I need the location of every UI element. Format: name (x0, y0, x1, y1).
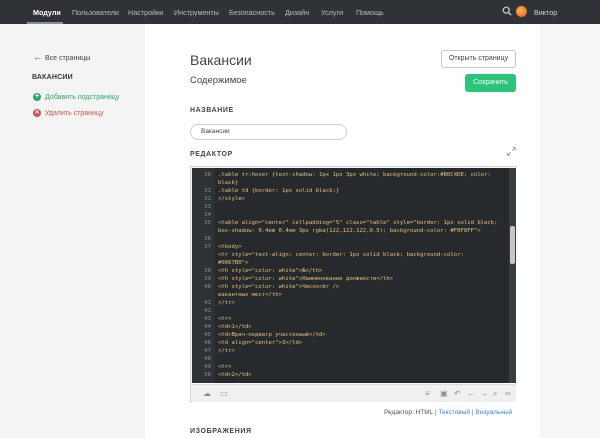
code-text: <td align="center">3</td> (218, 340, 303, 346)
line-number: 48 (204, 356, 211, 362)
save-button[interactable]: Сохранить (465, 74, 516, 92)
delete-page-link[interactable]: ✕ Удалить страницу (33, 109, 103, 117)
code-text: <tr> (218, 364, 232, 370)
editor-mode-text[interactable]: Текстовый (438, 409, 470, 416)
code-text: вакантных мест</th> (218, 292, 282, 298)
undo-icon[interactable]: ↶ (454, 389, 461, 399)
open-page-button[interactable]: Открыть страницу (441, 50, 516, 68)
nav-design[interactable]: Дизайн (285, 8, 309, 17)
line-number: 30 (204, 172, 211, 178)
editor-section-label: РЕДАКТОР (190, 151, 233, 158)
format-icon[interactable]: ▣ (440, 389, 448, 399)
code-text: black} (218, 180, 239, 186)
arrow-left-icon: ← (33, 52, 42, 62)
close-circle-icon: ✕ (33, 109, 41, 117)
code-text: <tbody> (218, 244, 242, 250)
line-number: 39 (204, 276, 211, 282)
line-number: 34 (204, 212, 211, 218)
link-icon[interactable]: ∞ (505, 389, 511, 399)
align-icon[interactable]: ≡ (425, 389, 430, 399)
name-section-label: НАЗВАНИЕ (190, 107, 234, 114)
editor-mode-visual[interactable]: Визуальный (475, 409, 512, 416)
line-number: 31 (204, 188, 211, 194)
nav-modules[interactable]: Модули (33, 8, 61, 17)
editor-toolbar: ☁ ▭ ≡ ▣ ↶ ← → ⌕ ∞ (192, 384, 516, 402)
code-editor[interactable]: 30 .table tr:hover {text-shadow: 1px 1px … (190, 166, 516, 402)
code-text: <td>1</td> (218, 324, 252, 330)
mode-separator: | (434, 409, 437, 416)
line-number: 32 (204, 196, 211, 202)
code-text: <td>Врач-педиатр участковый</td> (218, 332, 326, 338)
code-text: <th style="color: white">Наименование до… (218, 276, 394, 282)
code-text: .table td {border: 1px solid black;} (218, 188, 340, 194)
user-avatar[interactable] (516, 6, 527, 17)
line-number: 40 (204, 284, 211, 290)
page-subtitle: Содержимое (190, 75, 247, 86)
line-number: 33 (204, 204, 211, 210)
line-number: 38 (204, 268, 211, 274)
nav-security[interactable]: Безопасность (229, 8, 275, 17)
code-text: </tr> (218, 300, 235, 306)
top-nav-bar: Модули Пользователи Настройки Инструмент… (0, 0, 600, 24)
sidebar-page-title: ВАКАНСИИ (32, 74, 73, 81)
line-number: 36 (204, 236, 211, 242)
code-text: <td>2</td> (218, 372, 252, 378)
page-title: Вакансии (190, 52, 252, 68)
code-text: box-shadow: 0.4em 0.4em 3px rgba(122,122… (218, 228, 481, 234)
plus-circle-icon: + (33, 93, 41, 101)
arrow-right-icon[interactable]: → (480, 389, 488, 399)
expand-icon[interactable] (507, 147, 516, 156)
code-text: #0067B0"> (218, 260, 249, 266)
nav-users[interactable]: Пользователи (72, 8, 119, 17)
arrow-left-icon[interactable]: ← (467, 389, 475, 399)
line-number: 35 (204, 220, 211, 226)
code-text: <tr> (218, 316, 232, 322)
line-number: 37 (204, 244, 211, 250)
add-subpage-link[interactable]: + Добавить подстраницу (33, 93, 119, 101)
code-text: <th style="color: white">№</th> (218, 268, 323, 274)
cloud-icon[interactable]: ☁ (203, 389, 211, 399)
add-subpage-label: Добавить подстраницу (45, 93, 120, 101)
line-number: 49 (204, 364, 211, 370)
line-number: 47 (204, 348, 211, 354)
images-section-label: ИЗОБРАЖЕНИЯ (190, 428, 252, 435)
user-name[interactable]: Виктор (534, 8, 557, 17)
scrollbar-track[interactable] (509, 168, 516, 383)
code-text: <th style="color: white">Число<br /> (218, 284, 340, 290)
code-text: <table align="center" cellpadding="5" cl… (218, 220, 498, 226)
back-link-label: Все страницы (45, 55, 91, 62)
code-text: </tr> (218, 348, 235, 354)
mode-separator: | (471, 409, 474, 416)
delete-page-label: Удалить страницу (45, 109, 104, 117)
editor-mode-label: Редактор: (384, 409, 414, 416)
scrollbar-thumb[interactable] (510, 226, 515, 264)
line-number: 44 (204, 324, 211, 330)
code-text: .table tr:hover {text-shadow: 1px 1px 3p… (218, 172, 491, 178)
image-icon[interactable]: ▭ (220, 389, 228, 399)
name-input[interactable]: Вакансии (190, 124, 347, 140)
code-area[interactable]: 30 .table tr:hover {text-shadow: 1px 1px … (192, 168, 516, 383)
search-icon[interactable] (502, 6, 512, 16)
code-text: </style> (218, 196, 245, 202)
editor-mode-html[interactable]: HTML (416, 409, 433, 416)
line-number: 41 (204, 300, 211, 306)
nav-help[interactable]: Помощь (356, 8, 384, 17)
line-number: 43 (204, 316, 211, 322)
sidebar (0, 24, 145, 438)
line-number: 45 (204, 332, 211, 338)
editor-mode-switch: Редактор: HTML | Текстовый | Визуальный (384, 409, 512, 416)
line-number: 50 (204, 372, 211, 378)
line-number: 46 (204, 340, 211, 346)
right-gutter (540, 24, 600, 438)
nav-tools[interactable]: Инструменты (174, 8, 219, 17)
line-number: 42 (204, 308, 211, 314)
back-to-pages-link[interactable]: ← Все страницы (33, 52, 90, 62)
nav-settings[interactable]: Настройки (128, 8, 163, 17)
search-icon[interactable]: ⌕ (493, 389, 497, 399)
nav-services[interactable]: Услуги (321, 8, 343, 17)
code-text: <tr style="text-align: center; border: 1… (218, 252, 464, 258)
